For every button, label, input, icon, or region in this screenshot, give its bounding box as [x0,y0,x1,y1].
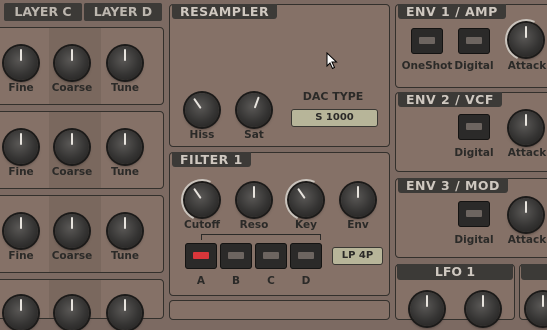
mouse-cursor-icon [326,52,338,70]
env3-digital-label: Digital [454,234,494,246]
env2-digital-label: Digital [454,147,494,159]
env3-attack-label: Attack [507,234,547,246]
reso-label: Reso [239,219,269,231]
env3-title: ENV 3 / MOD [398,178,508,193]
bottom-panel [169,300,390,320]
env-knob[interactable] [341,183,375,217]
dac-type-label: DAC TYPE [302,90,364,103]
oneshot-button[interactable] [411,28,443,54]
coarse-label: Coarse [51,250,93,262]
slot-b-button[interactable] [220,243,252,269]
env-label: Env [347,219,369,231]
tune-knob[interactable] [108,296,142,330]
tab-layer-d[interactable]: LAYER D [84,3,162,21]
env1-digital-label: Digital [454,60,494,72]
hiss-label: Hiss [189,129,215,141]
layer-tabs: LAYER C LAYER D [0,0,165,22]
key-label: Key [295,219,317,231]
dac-type-display[interactable]: S 1000 [291,109,378,127]
tune-knob[interactable] [108,214,142,248]
env2-digital-button[interactable] [458,114,490,140]
env1-attack-label: Attack [507,60,547,72]
env1-title: ENV 1 / AMP [398,4,506,19]
coarse-label: Coarse [51,166,93,178]
sat-label: Sat [244,129,264,141]
env3-attack-knob[interactable] [509,198,543,232]
coarse-knob[interactable] [55,130,89,164]
lfo2-header [521,264,547,280]
lfo2-knob[interactable] [526,292,547,326]
coarse-knob[interactable] [55,296,89,330]
slot-d-button[interactable] [290,243,322,269]
slot-d-label: D [301,275,311,287]
coarse-label: Coarse [51,82,93,94]
slot-bracket [201,234,321,240]
filter-mode-display[interactable]: LP 4P [332,247,383,265]
coarse-knob[interactable] [55,214,89,248]
sat-knob[interactable] [237,93,271,127]
tune-label: Tune [110,166,140,178]
env2-title: ENV 2 / VCF [398,92,502,107]
tab-layer-c[interactable]: LAYER C [4,3,82,21]
fine-knob[interactable] [4,296,38,330]
fine-knob[interactable] [4,46,38,80]
tune-knob[interactable] [108,130,142,164]
env2-attack-label: Attack [507,147,547,159]
slot-a-button[interactable] [185,243,217,269]
coarse-knob[interactable] [55,46,89,80]
fine-knob[interactable] [4,130,38,164]
env1-digital-button[interactable] [458,28,490,54]
tune-label: Tune [110,82,140,94]
tune-knob[interactable] [108,46,142,80]
lfo1-knob-1[interactable] [410,292,444,326]
resampler-title: RESAMPLER [172,4,278,19]
slot-c-button[interactable] [255,243,287,269]
env2-attack-knob[interactable] [509,111,543,145]
lfo1-knob-2[interactable] [466,292,500,326]
filter-title: FILTER 1 [172,152,251,167]
env3-digital-button[interactable] [458,201,490,227]
reso-knob[interactable] [237,183,271,217]
fine-knob[interactable] [4,214,38,248]
cutoff-label: Cutoff [184,219,220,231]
hiss-knob[interactable] [185,93,219,127]
tune-label: Tune [110,250,140,262]
lfo1-title: LFO 1 [397,264,513,280]
